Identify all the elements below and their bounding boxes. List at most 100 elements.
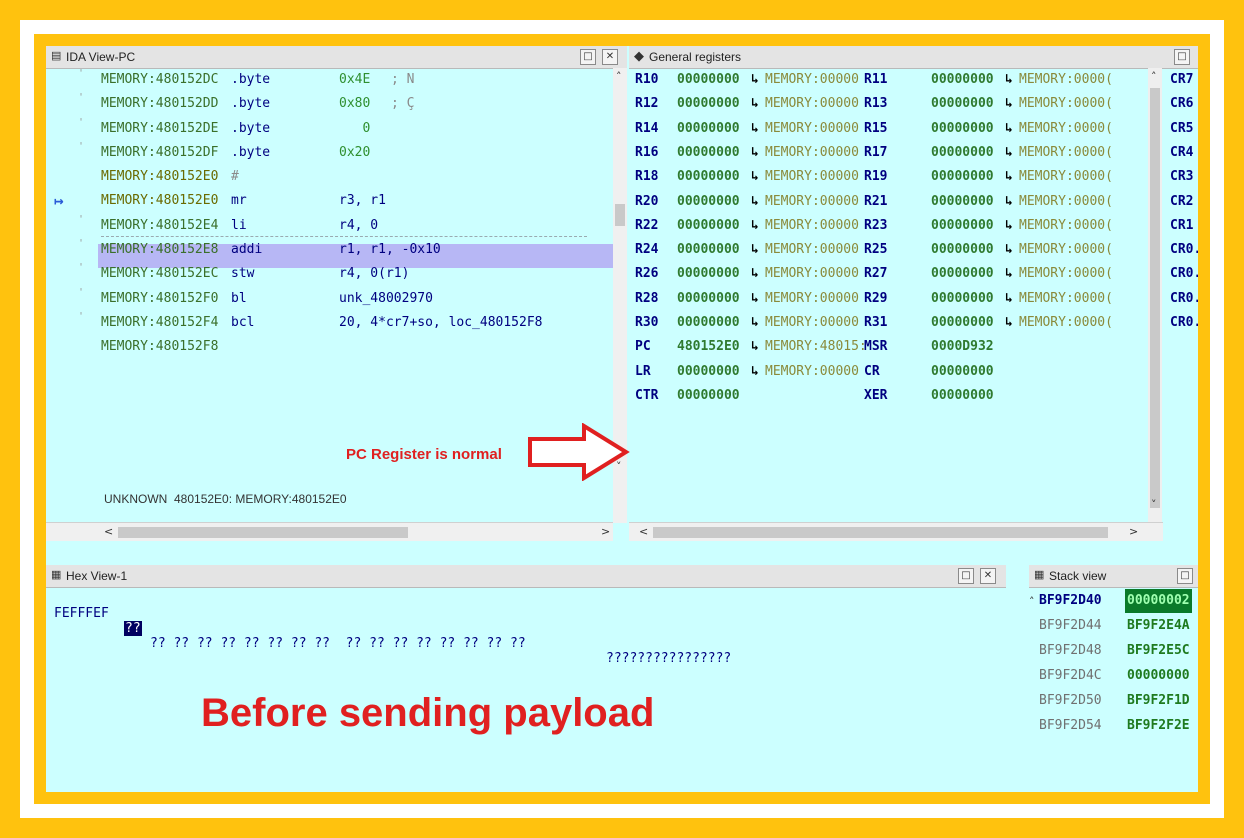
stack-row[interactable]: BF9F2D40 00000002 (1029, 589, 1198, 613)
register-value[interactable]: 00000000 (677, 360, 740, 384)
stack-value[interactable]: 00000002 (1125, 589, 1192, 613)
scroll-thumb[interactable] (653, 527, 1108, 538)
register-row[interactable]: R16 00000000 ↳ MEMORY:00000 R17 00000000 ↳ MEMO… (629, 141, 1193, 165)
register-value[interactable]: 00000000 (931, 68, 994, 92)
register-value[interactable]: 00000000 (931, 360, 994, 384)
register-value[interactable]: 00000000 (677, 141, 740, 165)
code-line[interactable]: ' MEMORY:480152E8 addi r1, r1, -0x10 (46, 238, 613, 262)
register-grid[interactable]: R10 00000000 ↳ MEMORY:00000 R11 00000000 ↳ MEMO… (629, 68, 1198, 523)
register-row[interactable]: R20 00000000 ↳ MEMORY:00000 R21 00000000 ↳ MEMO… (629, 190, 1193, 214)
code-line[interactable]: ' MEMORY:480152DE .byte 0 (46, 117, 613, 141)
code-line[interactable]: ' MEMORY:480152F0 bl unk_48002970 (46, 287, 613, 311)
register-value[interactable]: 00000000 (677, 311, 740, 335)
status-line: UNKNOWN 480152E0: MEMORY:480152E0 (104, 492, 347, 506)
register-value[interactable]: 00000000 (677, 92, 740, 116)
register-value[interactable]: 00000000 (931, 214, 994, 238)
close-icon[interactable]: ✕ (980, 568, 996, 584)
register-row[interactable]: R26 00000000 ↳ MEMORY:00000 R27 00000000 ↳ MEMO… (629, 262, 1198, 286)
ida-horizontal-scrollbar[interactable]: < > (46, 522, 613, 541)
register-value[interactable]: 0000D932 (931, 335, 994, 359)
ida-view-titlebar: ▤ IDA View-PC □ ✕ (46, 46, 627, 69)
close-icon[interactable]: ✕ (602, 49, 618, 65)
register-value[interactable]: 00000000 (677, 238, 740, 262)
register-value[interactable]: 00000000 (677, 384, 740, 408)
restore-icon[interactable]: □ (580, 49, 596, 65)
register-value[interactable]: 00000000 (931, 165, 994, 189)
stack-row[interactable]: BF9F2D50 BF9F2F1D (1029, 689, 1198, 713)
register-value[interactable]: 00000000 (677, 165, 740, 189)
register-row[interactable]: CTR 00000000 XER 00000000 (629, 384, 1165, 408)
register-row[interactable]: R28 00000000 ↳ MEMORY:00000 R29 00000000 ↳ MEMO… (629, 287, 1198, 311)
register-value[interactable]: 00000000 (931, 287, 994, 311)
register-value[interactable]: 00000000 (677, 190, 740, 214)
register-value[interactable]: 00000000 (677, 117, 740, 141)
register-reference: MEMORY:0000( (1019, 96, 1113, 112)
condition-register-name: CR3 (1170, 169, 1194, 185)
register-value[interactable]: 00000000 (931, 262, 994, 286)
code-line[interactable]: MEMORY:480152F8 (46, 335, 613, 359)
stack-address: BF9F2D54 (1039, 718, 1102, 733)
stack-row[interactable]: BF9F2D4C 00000000 (1029, 664, 1198, 688)
stack-value[interactable]: BF9F2F1D (1125, 689, 1192, 713)
register-row[interactable]: R30 00000000 ↳ MEMORY:00000 R31 00000000 ↳ MEMO… (629, 311, 1198, 335)
restore-icon[interactable]: □ (1174, 49, 1190, 65)
register-row[interactable]: R18 00000000 ↳ MEMORY:00000 R19 00000000 ↳ MEMO… (629, 165, 1193, 189)
register-value[interactable]: 480152E0 (677, 335, 740, 359)
scroll-right-icon[interactable]: > (1129, 525, 1138, 538)
register-value[interactable]: 00000000 (931, 92, 994, 116)
register-value[interactable]: 00000000 (931, 311, 994, 335)
register-value[interactable]: 00000000 (931, 238, 994, 262)
stack-value[interactable]: BF9F2E4A (1125, 614, 1192, 638)
code-line[interactable]: ' MEMORY:480152DD .byte 0x80; Ç (46, 92, 613, 116)
register-row[interactable]: R22 00000000 ↳ MEMORY:00000 R23 00000000 ↳ MEMO… (629, 214, 1193, 238)
register-row[interactable]: PC 480152E0 ↳ MEMORY:48015: MSR 0000D932 (629, 335, 1165, 359)
scroll-left-icon[interactable]: < (104, 525, 113, 538)
register-value[interactable]: 00000000 (931, 141, 994, 165)
register-row[interactable]: R12 00000000 ↳ MEMORY:00000 R13 00000000 ↳ MEMO… (629, 92, 1193, 116)
register-value[interactable]: 00000000 (677, 262, 740, 286)
condition-register-name: CR0. (1170, 315, 1198, 330)
restore-icon[interactable]: □ (958, 568, 974, 584)
register-row[interactable]: LR 00000000 ↳ MEMORY:00000 CR 00000000 (629, 360, 1165, 384)
restore-icon[interactable]: □ (1177, 568, 1193, 584)
register-value[interactable]: 00000000 (677, 214, 740, 238)
code-line[interactable]: MEMORY:480152E0 # (46, 165, 613, 189)
register-name: R15 (864, 120, 888, 136)
stack-value[interactable]: BF9F2F2E (1125, 714, 1192, 738)
register-name: R13 (864, 96, 888, 112)
stack-row[interactable]: BF9F2D44 BF9F2E4A (1029, 614, 1198, 638)
stack-row[interactable]: BF9F2D54 BF9F2F2E (1029, 714, 1198, 738)
scroll-right-icon[interactable]: > (601, 525, 610, 538)
stack-row[interactable]: BF9F2D48 BF9F2E5C (1029, 639, 1198, 663)
code-line[interactable]: ' MEMORY:480152E4 li r4, 0 (46, 214, 613, 238)
hex-cursor-byte[interactable]: ?? (124, 621, 142, 636)
code-line[interactable]: ' MEMORY:480152DF .byte 0x20 (46, 141, 613, 165)
register-row[interactable]: R14 00000000 ↳ MEMORY:00000 R15 00000000 ↳ MEMO… (629, 117, 1193, 141)
scroll-left-icon[interactable]: < (639, 525, 648, 538)
hex-row[interactable]: FEFFFEF ?? ?? ?? ?? ?? ?? ?? ?? ?? ?? ??… (46, 591, 731, 681)
stack-value[interactable]: BF9F2E5C (1125, 639, 1192, 663)
register-value[interactable]: 00000000 (931, 190, 994, 214)
register-reference: MEMORY:0000( (1019, 290, 1113, 306)
scroll-up-icon[interactable]: ˄ (1151, 70, 1157, 83)
register-value[interactable]: 00000000 (677, 68, 740, 92)
registers-horizontal-scrollbar[interactable]: < > (629, 522, 1163, 541)
scroll-thumb[interactable] (1150, 88, 1160, 508)
register-name: PC (635, 339, 651, 355)
code-line[interactable]: ' MEMORY:480152EC stw r4, 0(r1) (46, 262, 613, 286)
register-value[interactable]: 00000000 (677, 287, 740, 311)
stack-value[interactable]: 00000000 (1125, 664, 1192, 688)
registers-vertical-scrollbar[interactable]: ˄ ˅ (1148, 68, 1162, 523)
scroll-thumb[interactable] (118, 527, 408, 538)
scroll-up-icon[interactable]: ˄ (616, 70, 622, 83)
disassembly-listing[interactable]: ' MEMORY:480152DC .byte 0x4E; N ' MEMORY:480… (46, 68, 613, 360)
code-line[interactable]: ' MEMORY:480152DC .byte 0x4E; N (46, 68, 613, 92)
register-value[interactable]: 00000000 (931, 384, 994, 408)
code-line-current[interactable]: ↦ MEMORY:480152E0 mr r3, r1 (46, 189, 613, 213)
scroll-down-icon[interactable]: ˅ (1151, 498, 1157, 511)
register-value[interactable]: 00000000 (931, 117, 994, 141)
register-row[interactable]: R24 00000000 ↳ MEMORY:00000 R25 00000000 ↳ MEMO… (629, 238, 1198, 262)
register-row[interactable]: R10 00000000 ↳ MEMORY:00000 R11 00000000 ↳ MEMO… (629, 68, 1193, 92)
code-line[interactable]: ' MEMORY:480152F4 bcl 20, 4*cr7+so, loc_480… (46, 311, 613, 335)
scroll-thumb[interactable] (615, 204, 625, 226)
